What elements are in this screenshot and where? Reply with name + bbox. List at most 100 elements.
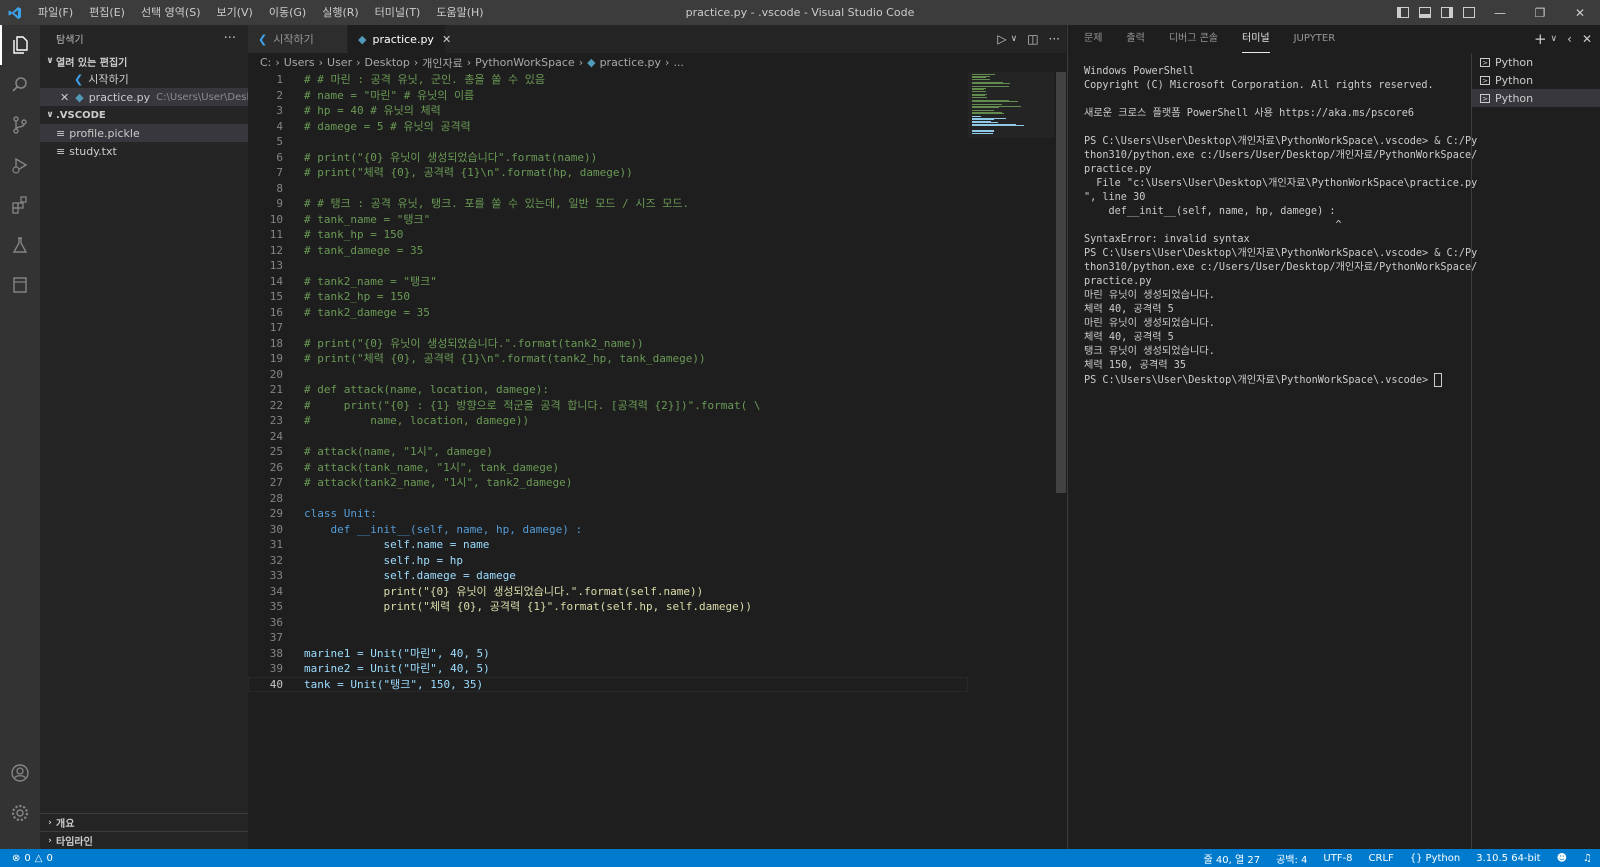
- editor-scrollbar[interactable]: [1056, 72, 1066, 493]
- menu-item[interactable]: 파일(F): [30, 0, 81, 25]
- line-number: 8: [276, 181, 283, 195]
- toggle-secondary-sidebar-icon[interactable]: [1441, 7, 1453, 18]
- code-line: 1 # # 마린 : 공격 유닛, 군인. 총을 쏠 수 있음: [248, 72, 968, 88]
- terminal-line: 탱크 유닛이 생성되었습니다.: [1084, 345, 1464, 359]
- code-text: marine2 = Unit("마린", 40, 5): [304, 662, 490, 675]
- code-editor[interactable]: 1 # # 마린 : 공격 유닛, 군인. 총을 쏠 수 있음 2 # name = …: [248, 72, 968, 692]
- customize-layout-icon[interactable]: [1463, 7, 1475, 18]
- menu-item[interactable]: 편집(E): [81, 0, 133, 25]
- panel-tab[interactable]: 출력: [1126, 25, 1144, 53]
- cursor-position[interactable]: 줄 40, 열 27: [1204, 851, 1261, 866]
- toggle-sidebar-icon[interactable]: [1397, 7, 1409, 18]
- menu-item[interactable]: 실행(R): [314, 0, 366, 25]
- close-tab-icon[interactable]: ✕: [442, 33, 451, 46]
- breadcrumb-item[interactable]: C:: [260, 56, 271, 69]
- more-actions-icon[interactable]: ···: [1049, 32, 1060, 46]
- settings-gear-icon[interactable]: [0, 793, 40, 833]
- terminal-instance[interactable]: > Python: [1472, 71, 1600, 89]
- code-line: 15 # tank2_hp = 150: [248, 289, 968, 305]
- terminal-text: PS C:\Users\User\Desktop\개인자료\PythonWork…: [1084, 375, 1435, 386]
- terminal-icon: >: [1480, 93, 1490, 103]
- code-line: 18 # print("{0} 유닛이 생성되었습니다.".format(tank…: [248, 336, 968, 352]
- timeline-label: 타임라인: [56, 837, 93, 848]
- open-editors-section[interactable]: ∨ 열려 있는 편집기: [40, 52, 248, 70]
- close-panel-icon[interactable]: ✕: [1582, 32, 1592, 46]
- menu-item[interactable]: 보기(V): [208, 0, 260, 25]
- code-line: 28: [248, 491, 968, 507]
- breadcrumb-item[interactable]: Users: [284, 56, 315, 69]
- open-editor-item[interactable]: ✕ ◆ practice.py C:\Users\User\Deskto...: [40, 88, 248, 106]
- menu-item[interactable]: 이동(G): [261, 0, 314, 25]
- open-editor-item[interactable]: ❮ 시작하기: [40, 70, 248, 88]
- panel-tab[interactable]: JUPYTER: [1294, 25, 1336, 53]
- account-icon[interactable]: [0, 753, 40, 793]
- chevron-left-icon[interactable]: ‹: [1567, 32, 1572, 46]
- tab-label: 시작하기: [273, 33, 314, 46]
- search-icon[interactable]: [0, 65, 40, 105]
- breadcrumb-item[interactable]: practice.py: [600, 56, 661, 69]
- source-control-icon[interactable]: [0, 105, 40, 145]
- timeline-section[interactable]: › 타임라인: [40, 831, 248, 849]
- outline-section[interactable]: › 개요: [40, 813, 248, 831]
- run-debug-icon[interactable]: [0, 145, 40, 185]
- explorer-icon[interactable]: [0, 25, 40, 65]
- breadcrumb-item[interactable]: User: [327, 56, 352, 69]
- menu-item[interactable]: 터미널(T): [367, 0, 429, 25]
- breadcrumb-item[interactable]: ...: [673, 56, 684, 69]
- panel-tab[interactable]: 터미널: [1242, 25, 1270, 53]
- close-icon[interactable]: ✕: [60, 91, 69, 104]
- jupyter-icon[interactable]: [0, 265, 40, 305]
- notifications-bell-icon[interactable]: ♫: [1583, 853, 1592, 864]
- breadcrumb-item[interactable]: 개인자료: [422, 55, 462, 71]
- tab-practice-py[interactable]: ◆ practice.py ✕: [348, 25, 451, 53]
- problems-status[interactable]: ⊗ 0 △ 0: [0, 853, 53, 864]
- file-item[interactable]: ≡ study.txt: [40, 142, 248, 160]
- testing-icon[interactable]: [0, 225, 40, 265]
- end-of-line[interactable]: CRLF: [1369, 853, 1394, 864]
- terminal-instance[interactable]: > Python: [1472, 89, 1600, 107]
- split-editor-icon[interactable]: ◫: [1027, 32, 1038, 46]
- new-terminal-icon[interactable]: +: [1534, 30, 1547, 48]
- tab-welcome[interactable]: ❮ 시작하기: [248, 25, 348, 53]
- terminal-text: thon310/python.exe c:/Users/User/Desktop…: [1084, 150, 1478, 161]
- terminal-line: practice.py: [1084, 163, 1464, 177]
- language-mode[interactable]: {} Python: [1410, 853, 1460, 864]
- line-number: 3: [276, 104, 283, 117]
- breadcrumb-item[interactable]: Desktop: [365, 56, 410, 69]
- minimap[interactable]: [968, 72, 1054, 138]
- close-window-button[interactable]: ✕: [1560, 0, 1600, 25]
- restore-button[interactable]: ❐: [1520, 0, 1560, 25]
- terminal-text: 체력 40, 공격력 5: [1084, 304, 1174, 315]
- code-text: # # 탱크 : 공격 유닛, 탱크. 포를 쏠 수 있는데, 일반 모드 / …: [304, 197, 690, 210]
- indentation[interactable]: 공백: 4: [1276, 851, 1307, 866]
- terminal-instance[interactable]: > Python: [1472, 53, 1600, 71]
- code-line: 12 # tank_damege = 35: [248, 243, 968, 259]
- folder-section[interactable]: ∨ .VSCODE: [40, 106, 248, 124]
- chevron-down-icon[interactable]: ∨: [1551, 34, 1558, 44]
- line-number: 29: [269, 507, 283, 520]
- menu-item[interactable]: 도움말(H): [428, 0, 491, 25]
- code-text: # tank_damege = 35: [304, 243, 424, 257]
- feedback-icon[interactable]: ☻: [1557, 853, 1567, 864]
- toggle-panel-icon[interactable]: [1419, 7, 1431, 18]
- terminal-text: SyntaxError: invalid syntax: [1084, 234, 1250, 245]
- minimize-button[interactable]: —: [1480, 0, 1520, 25]
- terminal-output[interactable]: Windows PowerShell Copyright (C) Microsof…: [1084, 65, 1477, 387]
- run-python-file-icon[interactable]: ▷: [997, 32, 1006, 46]
- code-line: 24: [248, 429, 968, 445]
- menu-item[interactable]: 선택 영역(S): [133, 0, 209, 25]
- explorer-title: 탐색기: [56, 35, 84, 46]
- panel-tab[interactable]: 디버그 콘솔: [1169, 25, 1218, 53]
- panel-tab[interactable]: 문제: [1084, 25, 1102, 53]
- encoding[interactable]: UTF-8: [1323, 853, 1352, 864]
- file-lines-icon: ≡: [56, 144, 66, 158]
- more-actions-icon[interactable]: ···: [224, 31, 236, 46]
- code-text: # name = "마린" # 유닛의 이름: [304, 88, 475, 102]
- extensions-icon[interactable]: [0, 185, 40, 225]
- python-interpreter[interactable]: 3.10.5 64-bit: [1476, 853, 1540, 864]
- file-item[interactable]: ≡ profile.pickle: [40, 124, 248, 142]
- chevron-down-icon[interactable]: ∨: [1011, 34, 1018, 44]
- code-line: 19 # print("체력 {0}, 공격력 {1}\n".format(tan…: [248, 351, 968, 367]
- breadcrumb-item[interactable]: PythonWorkSpace: [475, 56, 575, 69]
- chevron-down-icon: ∨: [46, 56, 54, 66]
